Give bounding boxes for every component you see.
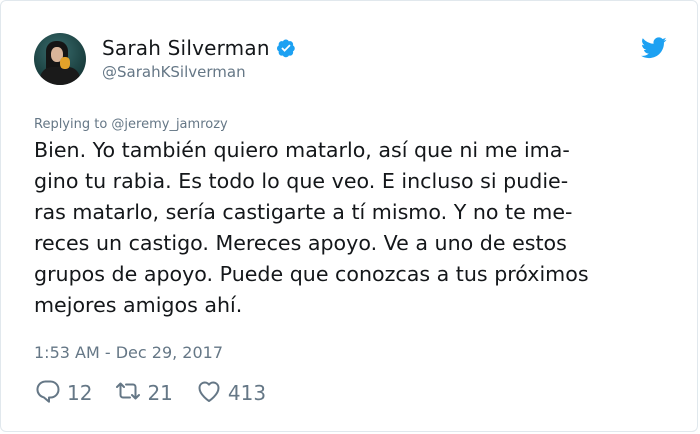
tweet-header: Sarah Silverman @SarahKSilverman (34, 33, 667, 91)
tweet-timestamp[interactable]: 1:53 AM - Dec 29, 2017 (34, 343, 223, 362)
tweet-card: Sarah Silverman @SarahKSilverman Replyin… (0, 0, 698, 432)
twitter-bird-icon[interactable] (641, 37, 667, 59)
verified-badge-icon (276, 38, 296, 58)
like-button[interactable]: 413 (195, 377, 266, 409)
retweet-button[interactable]: 21 (114, 377, 173, 409)
reply-count: 12 (67, 381, 93, 405)
tweet-text: Bien. Yo también quiero matarlo, así que… (34, 138, 589, 317)
author-display-name[interactable]: Sarah Silverman (102, 36, 270, 60)
author-name-line: Sarah Silverman (102, 36, 296, 60)
author-handle[interactable]: @SarahKSilverman (102, 63, 246, 81)
avatar[interactable] (34, 33, 86, 85)
replying-to[interactable]: Replying to @jeremy_jamrozy (34, 117, 228, 132)
tweet-actions: 12 21 413 (34, 377, 288, 409)
retweet-count: 21 (147, 381, 173, 405)
like-count: 413 (227, 381, 267, 405)
reply-button[interactable]: 12 (34, 377, 92, 409)
retweet-icon (114, 377, 142, 409)
reply-icon (34, 377, 62, 409)
heart-icon (195, 377, 223, 409)
